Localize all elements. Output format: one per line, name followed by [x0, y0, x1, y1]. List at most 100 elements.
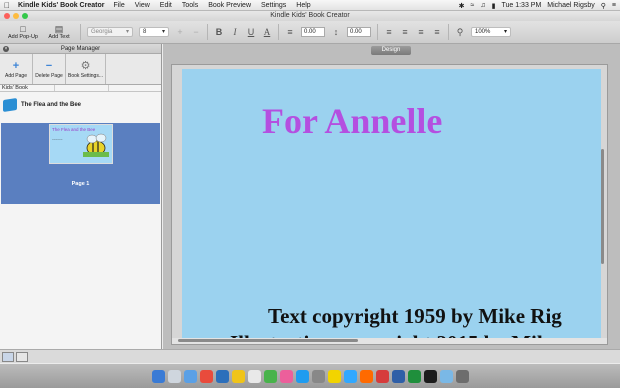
menu-book-preview[interactable]: Book Preview	[208, 2, 251, 9]
search-icon[interactable]: ⚲	[601, 2, 606, 10]
underline-icon[interactable]: U	[246, 27, 256, 37]
zoom-select[interactable]: 100% ▾	[471, 27, 511, 37]
line-spacing-field[interactable]: 0.00	[301, 27, 325, 37]
volume-icon[interactable]: ♫	[480, 2, 485, 9]
toolbar-divider	[377, 24, 378, 40]
zoom-icon: ⚲	[456, 26, 464, 37]
add-text-button[interactable]: ▤ Add Text	[44, 24, 74, 40]
bold-icon[interactable]: B	[214, 27, 224, 37]
delete-page-button[interactable]: − Delete Page	[33, 54, 66, 84]
window-controls	[4, 13, 28, 19]
paragraph-spacing-icon: ↕	[333, 27, 339, 37]
align-left-icon[interactable]: ≡	[384, 27, 394, 37]
safari-icon[interactable]	[183, 369, 197, 383]
font-size-select[interactable]: 8 ▾	[139, 27, 169, 37]
align-center-icon[interactable]: ≡	[400, 27, 410, 37]
system-preferences-icon[interactable]	[311, 369, 325, 383]
increase-size-icon[interactable]: +	[175, 27, 185, 37]
menu-settings[interactable]: Settings	[261, 2, 286, 9]
apple-menu-icon[interactable]: 	[4, 1, 10, 10]
itunes-icon[interactable]	[279, 369, 293, 383]
window-title: Kindle Kids' Book Creator	[270, 12, 350, 19]
page-thumbnail: The Flea and the Bee ~~~~~~	[49, 124, 113, 164]
calendar-icon[interactable]	[247, 369, 261, 383]
word-icon[interactable]	[391, 369, 405, 383]
terminal-icon[interactable]	[423, 369, 437, 383]
book-list-item[interactable]: The Flea and the Bee	[0, 92, 161, 117]
list-view-button[interactable]	[2, 352, 14, 362]
tab-design[interactable]: Design	[371, 46, 411, 55]
chrome-icon[interactable]	[199, 369, 213, 383]
page-label: Page 1	[71, 181, 90, 187]
bluetooth-icon[interactable]: ✱	[459, 2, 465, 10]
text-color-icon[interactable]: A	[262, 27, 272, 37]
minus-icon: −	[45, 59, 53, 72]
thumbnail-title: The Flea and the Bee	[52, 127, 96, 132]
window-title-bar: Kindle Kids' Book Creator	[0, 11, 620, 21]
menu-view[interactable]: View	[135, 2, 150, 9]
align-right-icon[interactable]: ≡	[416, 27, 426, 37]
page-manager-tools: + Add Page − Delete Page ⚙ Book Settings…	[0, 54, 161, 85]
finder-icon[interactable]	[151, 369, 165, 383]
book-settings-button[interactable]: ⚙ Book Settings...	[66, 54, 106, 84]
italic-icon[interactable]: I	[230, 27, 240, 37]
toolbar-divider	[448, 24, 449, 40]
plus-icon: +	[12, 59, 20, 72]
vertical-scrollbar[interactable]	[599, 69, 606, 339]
excel-icon[interactable]	[407, 369, 421, 383]
wifi-icon[interactable]: ≈	[471, 2, 475, 9]
close-window-button[interactable]	[4, 13, 10, 19]
add-page-button[interactable]: + Add Page	[0, 54, 33, 84]
chevron-down-icon: ▾	[125, 29, 129, 35]
status-area: ✱ ≈ ♫ ▮ Tue 1:33 PM Michael Rigsby ⚲ ≡	[459, 0, 616, 11]
book-page-canvas[interactable]: For Annelle Text copyright 1959 by Mike …	[182, 69, 601, 341]
gear-icon: ⚙	[80, 59, 91, 72]
menu-tools[interactable]: Tools	[182, 2, 198, 9]
grid-view-button[interactable]	[16, 352, 28, 362]
warning-app-icon[interactable]	[327, 369, 341, 383]
photoshop-icon[interactable]	[343, 369, 357, 383]
firefox-icon[interactable]	[359, 369, 373, 383]
toolbar-divider	[278, 24, 279, 40]
menu-help[interactable]: Help	[296, 2, 310, 9]
column-header: Kids' Book	[0, 85, 161, 92]
minimize-window-button[interactable]	[13, 13, 19, 19]
battery-icon[interactable]: ▮	[492, 2, 496, 10]
add-popup-button[interactable]: □ Add Pop-Up	[8, 24, 38, 40]
menu-edit[interactable]: Edit	[160, 2, 172, 9]
menu-file[interactable]: File	[113, 2, 124, 9]
notes-icon[interactable]	[231, 369, 245, 383]
app-store-icon[interactable]	[295, 369, 309, 383]
align-justify-icon[interactable]: ≡	[432, 27, 442, 37]
user-name[interactable]: Michael Rigsby	[547, 2, 594, 9]
font-family-select[interactable]: Georgia ▾	[87, 27, 133, 37]
design-workspace: Design For Annelle Text copyright 1959 b…	[163, 44, 620, 349]
copyright-text-line-1[interactable]: Text copyright 1959 by Mike Rig	[268, 304, 562, 329]
zoom-window-button[interactable]	[22, 13, 28, 19]
horizontal-scroll-thumb[interactable]	[178, 339, 358, 342]
close-panel-icon[interactable]: ×	[3, 46, 9, 52]
paragraph-spacing-field[interactable]: 0.00	[347, 27, 371, 37]
red-app-icon[interactable]	[375, 369, 389, 383]
decrease-size-icon[interactable]: −	[191, 27, 201, 37]
page-title-text[interactable]: For Annelle	[262, 100, 442, 142]
launchpad-icon[interactable]	[167, 369, 181, 383]
page-thumbnail-tile[interactable]: The Flea and the Bee ~~~~~~ Page 1	[1, 123, 160, 204]
menu-bar:  Kindle Kids' Book Creator File View Ed…	[0, 0, 620, 11]
page-manager-header: × Page Manager	[0, 44, 161, 54]
canvas-frame: For Annelle Text copyright 1959 by Mike …	[171, 64, 608, 345]
thumbnail-text: ~~~~~~	[52, 137, 63, 141]
speech-bubble-icon: □	[20, 24, 26, 34]
horizontal-scrollbar[interactable]	[172, 338, 607, 344]
trash-icon[interactable]	[455, 369, 469, 383]
clock[interactable]: Tue 1:33 PM	[501, 2, 541, 9]
list-icon[interactable]: ≡	[612, 2, 616, 9]
page-manager-panel: × Page Manager + Add Page − Delete Page …	[0, 44, 162, 349]
maps-icon[interactable]	[263, 369, 277, 383]
toolbar: □ Add Pop-Up ▤ Add Text Georgia ▾ 8 ▾ + − …	[0, 21, 620, 44]
kindle-icon[interactable]	[439, 369, 453, 383]
mail-icon[interactable]	[215, 369, 229, 383]
book-icon	[3, 97, 17, 112]
app-menu[interactable]: Kindle Kids' Book Creator	[18, 2, 104, 9]
vertical-scroll-thumb[interactable]	[601, 149, 604, 264]
